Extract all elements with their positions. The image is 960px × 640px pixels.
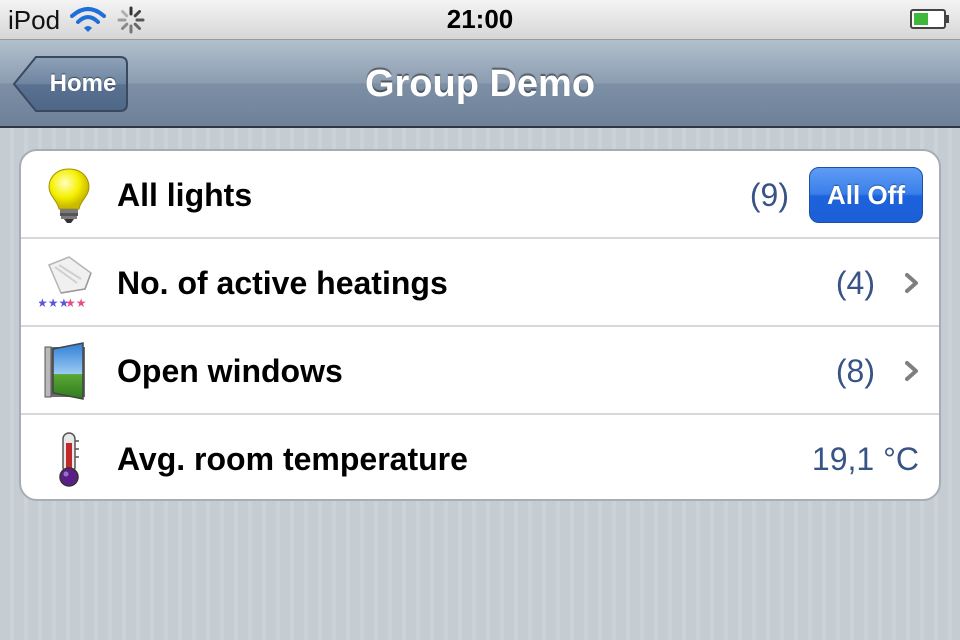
status-clock: 21:00	[446, 4, 514, 34]
light-bulb-icon	[39, 165, 99, 225]
row-label-all-lights: All lights	[117, 177, 253, 213]
table-row-active-heatings[interactable]: ★★★ ★★ No. of active heatings (4)	[21, 239, 939, 327]
chevron-right-icon	[905, 273, 918, 293]
row-value-open-windows: (8)	[835, 353, 875, 389]
status-bar: iPod 21:00	[0, 0, 960, 40]
row-value-active-heatings: (4)	[835, 265, 875, 301]
row-label-open-windows: Open windows	[117, 353, 343, 389]
window-icon	[39, 341, 99, 401]
home-back-label: Home	[49, 70, 117, 97]
svg-text:★★: ★★	[65, 296, 87, 310]
row-label-avg-temperature: Avg. room temperature	[117, 441, 468, 477]
chevron-right-icon	[905, 361, 918, 381]
page-title: Group Demo	[364, 63, 596, 105]
battery-icon	[910, 9, 950, 29]
group-table: All lights (9) All Off ★★★ ★★ No. of act…	[19, 149, 941, 501]
table-row-avg-temperature: Avg. room temperature 19,1 °C	[21, 415, 939, 499]
row-value-all-lights: (9)	[749, 177, 789, 213]
table-row-open-windows[interactable]: Open windows (8)	[21, 327, 939, 415]
all-off-button[interactable]: All Off	[809, 167, 923, 223]
row-value-avg-temperature: 19,1 °C	[811, 441, 919, 477]
table-row-all-lights: All lights (9) All Off	[21, 151, 939, 239]
row-label-active-heatings: No. of active heatings	[117, 265, 448, 301]
thermometer-icon	[39, 429, 99, 489]
home-back-button[interactable]: Home	[12, 55, 129, 113]
navigation-bar: Home Group Demo	[0, 40, 960, 128]
heater-icon: ★★★ ★★	[37, 253, 99, 313]
